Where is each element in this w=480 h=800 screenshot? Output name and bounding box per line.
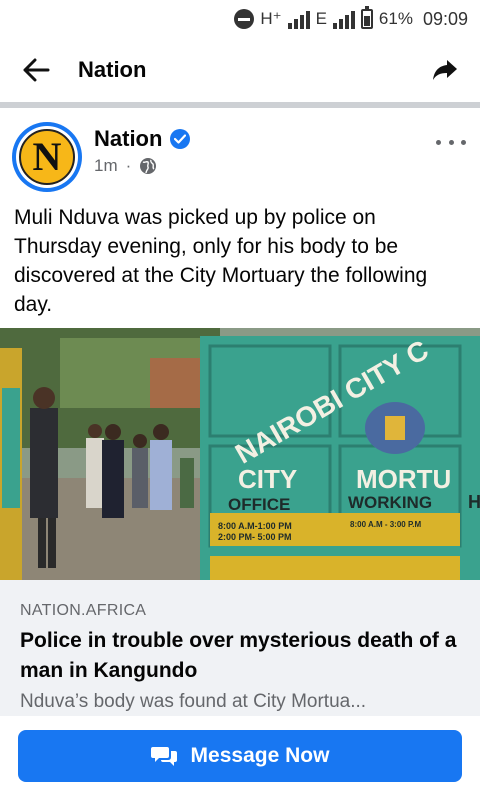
post-text: Muli Nduva was picked up by police on Th…: [14, 206, 428, 316]
clock: 09:09: [422, 8, 468, 29]
sign-text-working: WORKING: [348, 493, 432, 512]
sign-text-mortuary: MORTU: [356, 464, 451, 494]
sign-hours-left-1: 8:00 A.M-1:00 PM: [218, 521, 292, 531]
network-type-label-2: E: [315, 9, 327, 28]
avatar-letter: N: [32, 134, 62, 179]
status-bar: H⁺ E 61% 09:09: [0, 0, 480, 38]
post-image[interactable]: NAIROBI CITY C CITY MORTU H OFFICE WORKI…: [0, 328, 480, 580]
share-arrow-icon[interactable]: [430, 55, 460, 85]
mortuary-gate-photo: NAIROBI CITY C CITY MORTU H OFFICE WORKI…: [0, 328, 480, 580]
signal-strength-icon: [287, 9, 310, 29]
sign-text-office: OFFICE: [228, 495, 290, 514]
signal-strength-icon-2: [332, 9, 355, 29]
message-now-label[interactable]: Message Now: [191, 744, 330, 768]
battery-percent: 61%: [378, 9, 413, 28]
meta-separator: ·: [125, 156, 132, 175]
chat-bubbles-icon: [150, 744, 177, 768]
do-not-disturb-icon: [234, 9, 255, 29]
sign-text-city: CITY: [238, 464, 297, 494]
post-meta: 1m ·: [94, 156, 157, 176]
header-title: Nation: [78, 57, 147, 82]
link-preview-card[interactable]: NATION.AFRICA Police in trouble over mys…: [0, 580, 480, 716]
page-name[interactable]: Nation: [94, 126, 191, 152]
app-header: Nation: [0, 38, 480, 102]
sign-hours-left-2: 2:00 PM- 5:00 PM: [218, 532, 292, 542]
globe-icon: [139, 157, 157, 175]
message-now-button[interactable]: Message Now: [18, 730, 462, 782]
arrow-left-icon[interactable]: [20, 54, 52, 86]
network-type-label: H⁺: [260, 9, 282, 28]
sign-hours-right: 8:00 A.M - 3:00 P.M: [350, 520, 421, 529]
more-options-icon[interactable]: [436, 132, 466, 152]
link-description: Nduva’s body was found at City Mortua...: [20, 691, 367, 712]
verified-badge-icon: [170, 129, 191, 149]
battery-icon: [360, 6, 373, 29]
page-avatar[interactable]: N: [12, 122, 82, 192]
sign-text-h: H: [468, 492, 480, 512]
battery-fill: [363, 16, 370, 26]
avatar-logo: N: [19, 129, 75, 185]
bottom-bar: Message Now: [0, 716, 480, 800]
post-header: N Nation 1m ·: [0, 116, 480, 194]
post-timestamp[interactable]: 1m: [94, 156, 118, 176]
page-name-label[interactable]: Nation: [94, 126, 162, 152]
avatar-ring: N: [16, 126, 78, 188]
link-title[interactable]: Police in trouble over mysterious death …: [20, 626, 466, 686]
header-divider: [0, 102, 480, 108]
link-domain: NATION.AFRICA: [20, 602, 147, 619]
